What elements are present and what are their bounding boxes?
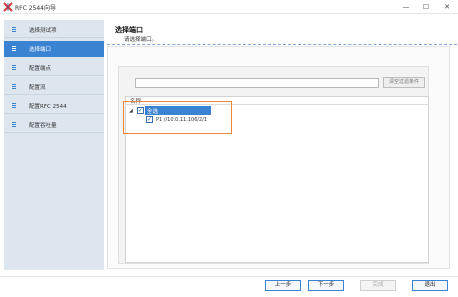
sidebar-item-configure-throughput[interactable]: 配置吞吐量 [4,117,104,133]
sidebar-item-label: 配置端点 [29,66,52,72]
list-icon [12,65,16,71]
page-title: 选择端口 [115,26,143,34]
sidebar-item-label: 选择测试项 [29,28,57,34]
sidebar-item-label: 选择端口 [29,47,52,53]
sidebar-item-configure-streams[interactable]: 配置流 [4,79,104,95]
footer-divider [0,276,458,277]
list-icon [12,27,16,33]
close-icon[interactable]: ✕ [439,1,455,13]
page-subtitle: 请选择端口。 [124,37,158,43]
wizard-sidebar: 选择测试项 选择端口 配置端点 配置流 配置RFC 2544 配置吞吐量 [4,20,104,270]
selection-highlight-box [123,101,232,134]
list-icon [12,84,16,90]
prev-button[interactable]: 上一步 [265,280,301,291]
minimize-icon[interactable]: — [398,1,414,13]
app-x-icon [3,2,13,12]
window-titlebar: RFC 2544向导 — ☐ ✕ [0,0,458,14]
maximize-icon[interactable]: ☐ [418,1,434,13]
exit-button[interactable]: 退出 [412,280,448,291]
header-divider [107,44,457,45]
finish-button[interactable]: 完成 [360,280,396,291]
sidebar-item-label: 配置吞吐量 [29,123,57,129]
next-button[interactable]: 下一步 [308,280,344,291]
sidebar-item-select-tests[interactable]: 选择测试项 [4,22,104,38]
sidebar-item-select-port[interactable]: 选择端口 [4,41,104,57]
list-icon [12,122,16,128]
list-icon [12,46,16,52]
window-title: RFC 2544向导 [15,5,56,12]
sidebar-item-configure-endpoints[interactable]: 配置端点 [4,60,104,76]
sidebar-item-label: 配置RFC 2544 [29,104,67,110]
sidebar-item-label: 配置流 [29,85,46,91]
clear-filter-button[interactable]: 清空过滤条件 [383,77,425,88]
sidebar-item-configure-rfc2544[interactable]: 配置RFC 2544 [4,98,104,114]
filter-input[interactable] [135,78,379,88]
list-icon [12,103,16,109]
